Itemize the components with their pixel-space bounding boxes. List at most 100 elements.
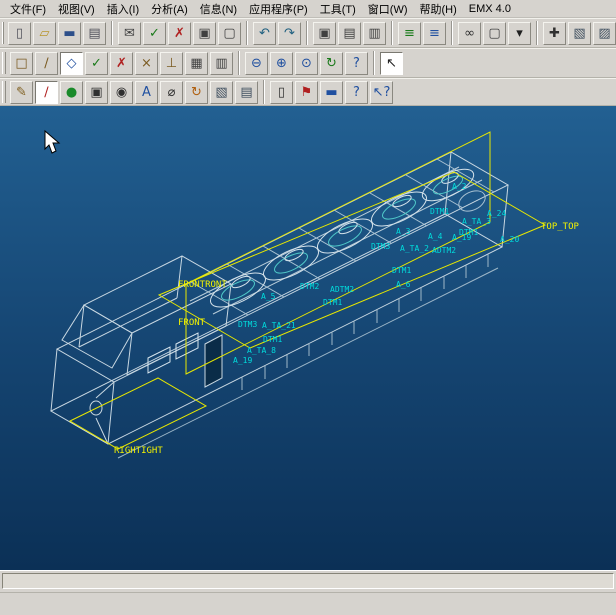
feature-tag-a_5-17[interactable]: A_5 (261, 292, 275, 301)
measure-icon[interactable]: ⌀ (160, 81, 183, 104)
regenerate-icon[interactable]: ≡ (398, 22, 421, 45)
mail-send-icon[interactable]: ✉ (118, 22, 141, 45)
toolbar-separator (391, 21, 393, 45)
annotation-icon[interactable]: A (135, 81, 158, 104)
toolbar-grip[interactable] (2, 52, 6, 74)
toolbar-grip[interactable] (2, 81, 6, 103)
open-folder-icon[interactable]: ▱ (33, 22, 56, 45)
line-tool-icon[interactable]: ∕ (35, 81, 58, 104)
feature-tag-a_20-8[interactable]: A_20 (500, 235, 519, 244)
book-icon[interactable]: ▬ (320, 81, 343, 104)
mouse-settings-icon[interactable]: ▯ (270, 81, 293, 104)
confirm-check-icon[interactable]: ✓ (85, 52, 108, 75)
find-binoculars-icon[interactable]: ∞ (458, 22, 481, 45)
feature-tag-dtm1-2[interactable]: DTM1 (430, 207, 449, 216)
repaint-icon[interactable]: ↻ (320, 52, 343, 75)
datum-label-top_top[interactable]: TOP_TOP (541, 222, 579, 232)
globe-icon[interactable]: ● (60, 81, 83, 104)
feature-tag-a_3-6[interactable]: A_3 (396, 227, 410, 236)
feature-tag-adtm2-11[interactable]: ADTM2 (432, 246, 456, 255)
feature-tag-a_ta_2-10[interactable]: A_TA_2 (400, 244, 429, 253)
feature-tag-a_6-13[interactable]: A_6 (396, 280, 410, 289)
toolbar-row-1: ▯▱▬▤✉✓✗▣▢↶↷▣▤▥≡≡∞▢▾✚▧▨ (0, 18, 616, 48)
feature-tag-dtm3-9[interactable]: DTM3 (371, 242, 390, 251)
zoom-in-icon[interactable]: ⊕ (270, 52, 293, 75)
menu-item-10[interactable]: EMX 4.0 (463, 2, 517, 16)
model-display-cube-icon[interactable]: ◇ (60, 52, 83, 75)
menu-item-2[interactable]: 视图(V) (52, 0, 101, 18)
toolbar-separator (263, 80, 265, 104)
menu-item-5[interactable]: 信息(N) (194, 0, 243, 18)
feature-tag-a_4-4[interactable]: A_4 (428, 232, 442, 241)
sketch-tool-icon[interactable]: ✎ (10, 81, 33, 104)
feature-tag-dtm2-14[interactable]: DTM2 (300, 282, 319, 291)
coordinate-system-icon[interactable]: ⊥ (160, 52, 183, 75)
save-icon[interactable]: ▬ (58, 22, 81, 45)
flag-icon[interactable]: ⚑ (295, 81, 318, 104)
datum-label-front[interactable]: FRONT (178, 318, 205, 328)
feature-tag-a_ta_8-21[interactable]: A_TA_8 (247, 346, 276, 355)
mail-check-icon[interactable]: ✓ (143, 22, 166, 45)
paste-icon[interactable]: ▤ (338, 22, 361, 45)
layers-icon[interactable]: ▧ (568, 22, 591, 45)
regenerate-manual-icon[interactable]: ≡ (423, 22, 446, 45)
undo-icon[interactable]: ↶ (253, 22, 276, 45)
feature-tag-a_ta_21-19[interactable]: A_TA_21 (262, 321, 296, 330)
table-icon[interactable]: ▦ (185, 52, 208, 75)
wireframe-model[interactable] (0, 106, 616, 570)
menu-item-3[interactable]: 插入(I) (101, 0, 145, 18)
datum-point-icon[interactable]: × (135, 52, 158, 75)
feature-tag-dtm1-12[interactable]: DTM1 (392, 266, 411, 275)
viewport[interactable]: TOP_TOPFRONTRONTFRONTRIGHTIGHTA_2A_24DTM… (0, 106, 616, 570)
feature-tag-dtm3-18[interactable]: DTM3 (238, 320, 257, 329)
message-log[interactable] (2, 573, 614, 589)
datum-axis-icon[interactable]: ∕ (35, 52, 58, 75)
datum-label-frontront[interactable]: FRONTRONT (178, 280, 227, 290)
new-file-icon[interactable]: ▯ (8, 22, 31, 45)
mailbox-icon[interactable]: ▣ (193, 22, 216, 45)
paste-special-icon[interactable]: ▥ (363, 22, 386, 45)
family-table-icon[interactable]: ▥ (210, 52, 233, 75)
feature-tag-a_19-22[interactable]: A_19 (233, 356, 252, 365)
feature-tag-dtm1-7[interactable]: DTM1 (459, 228, 478, 237)
menu-item-9[interactable]: 帮助(H) (414, 0, 463, 18)
context-help-icon[interactable]: ↖? (370, 81, 393, 104)
menu-item-6[interactable]: 应用程序(P) (243, 0, 314, 18)
toolbar-grip[interactable] (2, 22, 4, 44)
help-icon[interactable]: ? (345, 81, 368, 104)
print-icon[interactable]: ▤ (83, 22, 106, 45)
cancel-x-icon[interactable]: ✗ (110, 52, 133, 75)
datum-plane-icon[interactable]: □ (10, 52, 33, 75)
selection-filter-icon[interactable]: ▢ (483, 22, 506, 45)
model-update-icon[interactable]: ↻ (185, 81, 208, 104)
feature-tag-adtm2-15[interactable]: ADTM2 (330, 285, 354, 294)
zoom-fit-icon[interactable]: ⊙ (295, 52, 318, 75)
copy-icon[interactable]: ▣ (313, 22, 336, 45)
analysis-gauge-icon[interactable]: ◉ (110, 81, 133, 104)
spin-center-icon[interactable]: ✚ (543, 22, 566, 45)
feature-tag-a_ta_3-3[interactable]: A_TA_3 (462, 217, 491, 226)
menu-item-7[interactable]: 工具(T) (314, 0, 362, 18)
status-bar (0, 592, 616, 615)
mail-open-icon[interactable]: ▢ (218, 22, 241, 45)
view-manager-icon[interactable]: ▤ (235, 81, 258, 104)
toolbar-separator (306, 21, 308, 45)
zoom-out-icon[interactable]: ⊖ (245, 52, 268, 75)
feature-tag-a_2-0[interactable]: A_2 (452, 182, 466, 191)
layer-tree-icon[interactable]: ▨ (593, 22, 616, 45)
zoom-query-icon[interactable]: ? (345, 52, 368, 75)
toolbar-row-2: □∕◇✓✗×⊥▦▥ ⊖⊕⊙↻? ↖ (0, 48, 616, 78)
camera-view-icon[interactable]: ▣ (85, 81, 108, 104)
feature-tag-dtm1-20[interactable]: DTM1 (263, 335, 282, 344)
datum-label-rightight[interactable]: RIGHTIGHT (114, 446, 163, 456)
menu-item-1[interactable]: 文件(F) (4, 0, 52, 18)
feature-tag-dtm1-16[interactable]: DTM1 (323, 298, 342, 307)
redo-icon[interactable]: ↷ (278, 22, 301, 45)
select-arrow-icon[interactable]: ↖ (380, 52, 403, 75)
layer-display-icon[interactable]: ▧ (210, 81, 233, 104)
selection-dropdown-icon[interactable]: ▾ (508, 22, 531, 45)
toolbar-separator (238, 51, 240, 75)
mail-delete-icon[interactable]: ✗ (168, 22, 191, 45)
menu-item-4[interactable]: 分析(A) (145, 0, 194, 18)
menu-item-8[interactable]: 窗口(W) (362, 0, 414, 18)
